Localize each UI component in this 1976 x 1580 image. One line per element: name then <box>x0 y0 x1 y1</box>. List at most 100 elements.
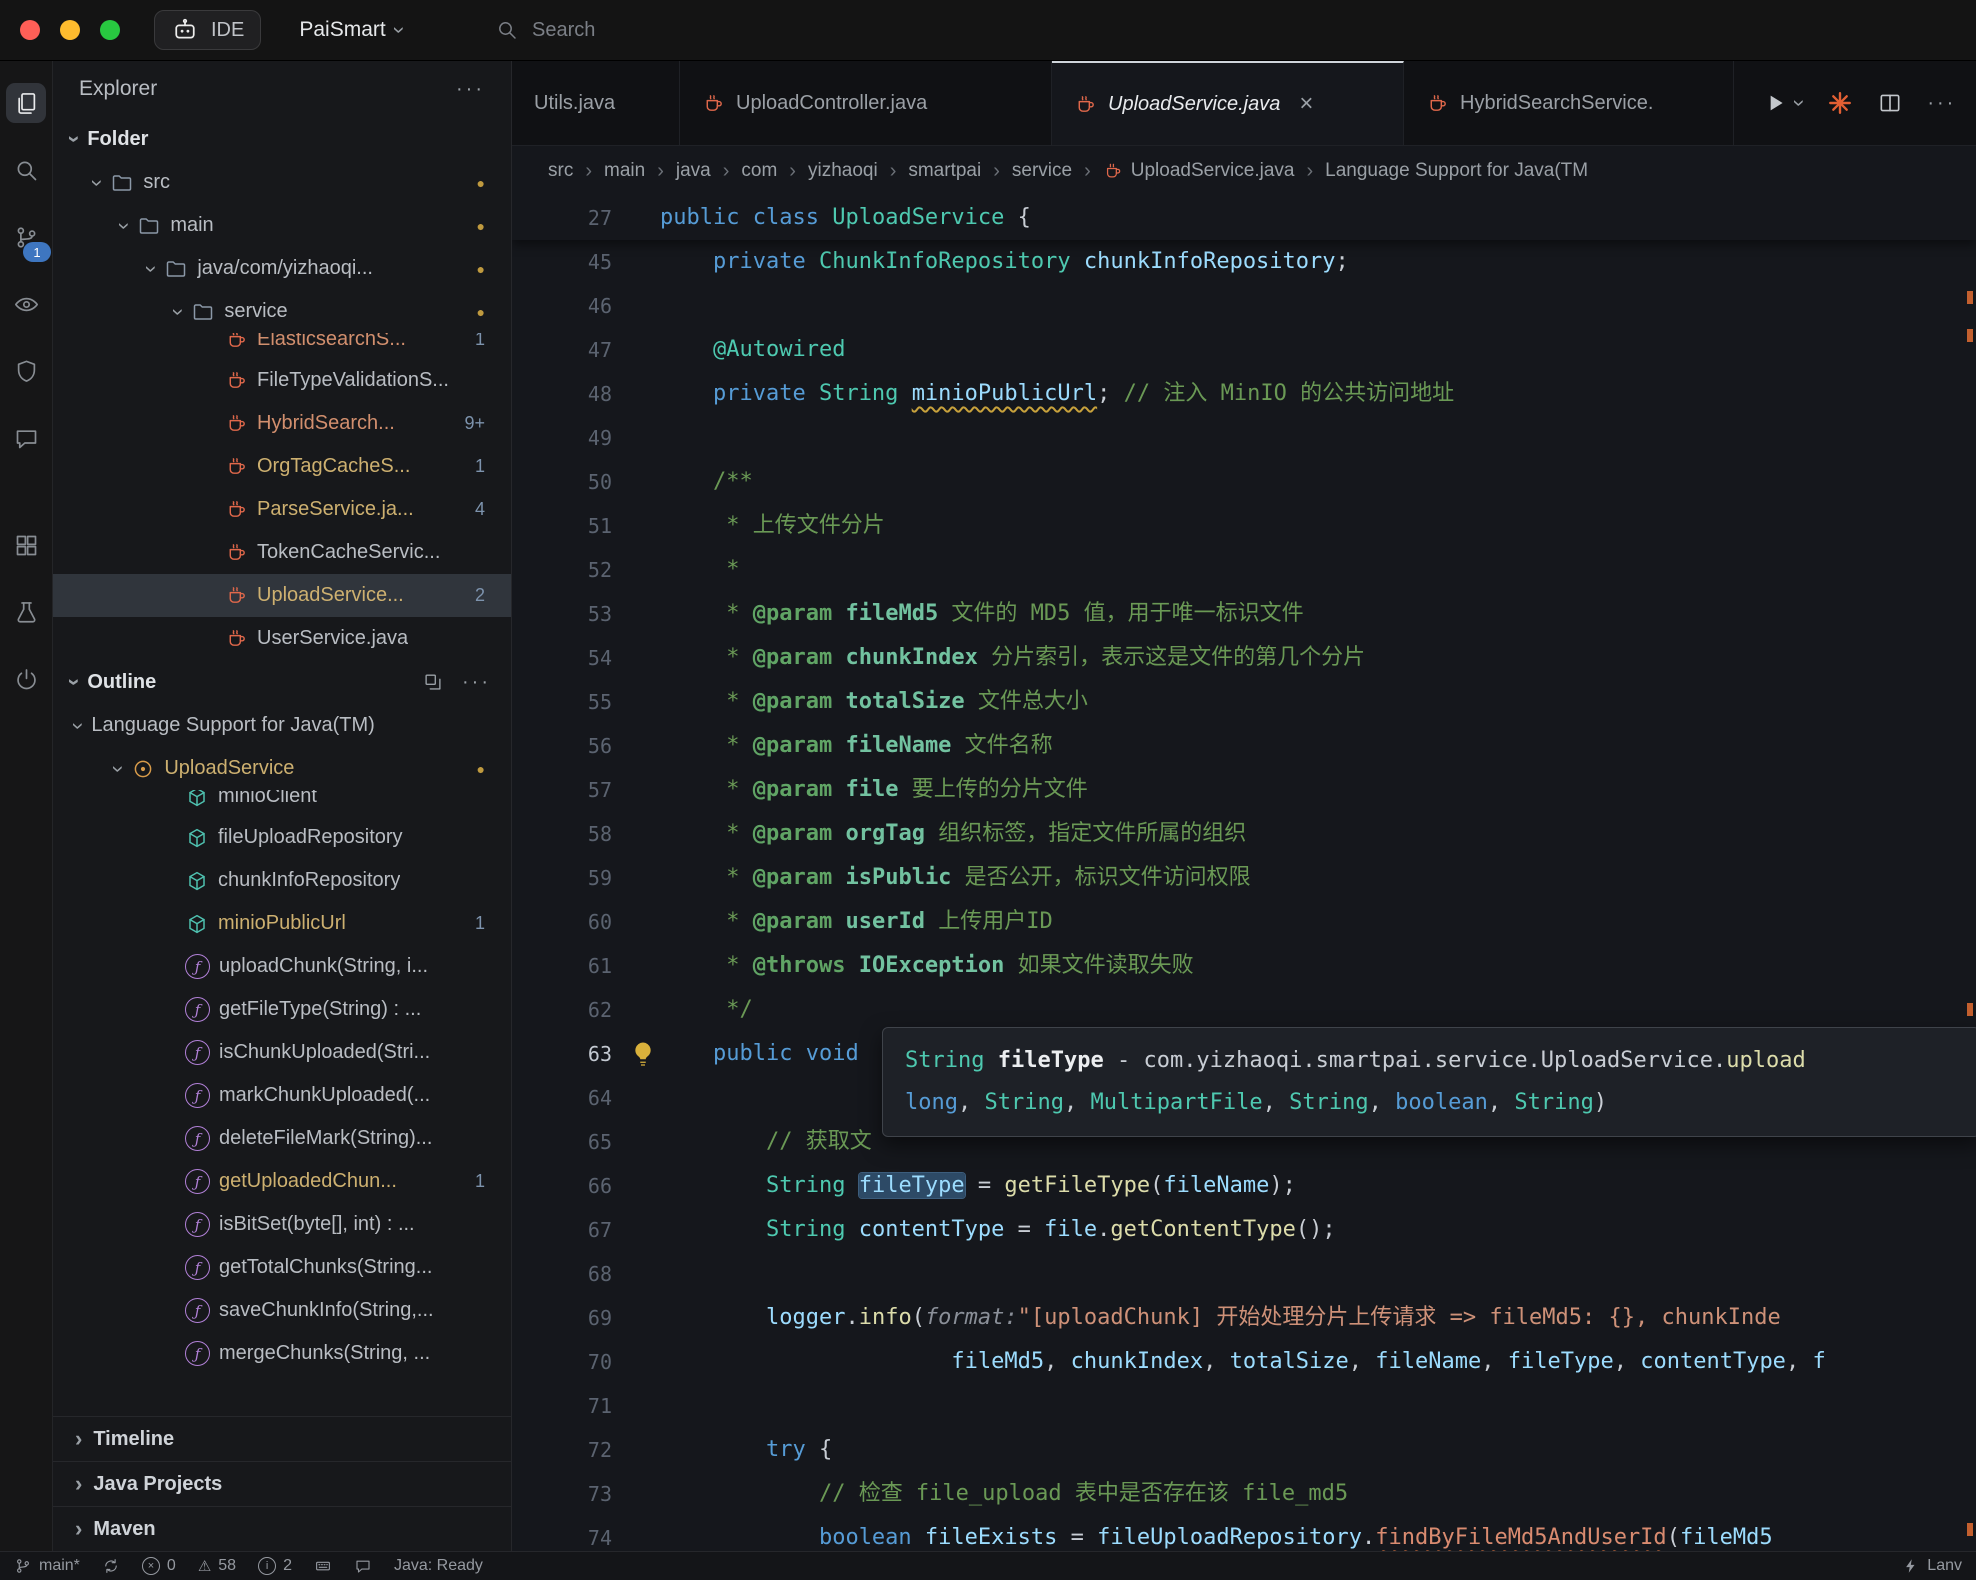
line-number[interactable]: 53 <box>512 592 612 636</box>
breadcrumb-item[interactable]: smartpai <box>908 160 981 182</box>
status-language-status[interactable]: Lanv <box>1902 1557 1962 1575</box>
status-java-status[interactable]: Java: Ready <box>394 1557 483 1575</box>
line-number[interactable]: 64 <box>512 1076 612 1120</box>
window-close-button[interactable] <box>20 20 40 40</box>
line-number[interactable]: 49 <box>512 416 612 460</box>
status-errors[interactable]: ×0 <box>142 1557 176 1575</box>
panel-java-projects[interactable]: ›Java Projects <box>53 1461 511 1506</box>
line-number[interactable]: 63 <box>512 1032 612 1076</box>
line-number[interactable]: 45 <box>512 240 612 284</box>
activity-explorer[interactable] <box>6 83 46 123</box>
status-feedback[interactable] <box>354 1557 372 1575</box>
outline-item[interactable]: ƒmarkChunkUploaded(... <box>53 1074 511 1117</box>
explorer-folder-item[interactable]: ›java/com/yizhaoqi...● <box>53 247 511 290</box>
breadcrumb-item[interactable]: main <box>604 160 645 182</box>
code-line[interactable]: 46 <box>512 284 1976 328</box>
breadcrumb-item[interactable]: Language Support for Java(TM <box>1325 160 1588 182</box>
line-number[interactable]: 68 <box>512 1252 612 1296</box>
activity-testing[interactable] <box>6 592 46 632</box>
activity-security[interactable] <box>6 351 46 391</box>
window-zoom-button[interactable] <box>100 20 120 40</box>
panel-maven[interactable]: ›Maven <box>53 1506 511 1551</box>
line-number[interactable]: 74 <box>512 1516 612 1551</box>
status-sync[interactable] <box>102 1557 120 1575</box>
activity-extensions[interactable] <box>6 525 46 565</box>
line-number[interactable]: 27 <box>512 196 612 240</box>
code-line[interactable]: 68 <box>512 1252 1976 1296</box>
explorer-file-item[interactable]: OrgTagCacheS...1 <box>53 445 511 488</box>
explorer-folder-item[interactable]: ›main● <box>53 204 511 247</box>
status-keyboard[interactable] <box>314 1557 332 1575</box>
outline-item[interactable]: minioPublicUrl1 <box>53 902 511 945</box>
code-line[interactable]: 50 /** <box>512 460 1976 504</box>
code-line[interactable]: 66 String fileType = getFileType(fileNam… <box>512 1164 1976 1208</box>
outline-item[interactable]: ƒgetTotalChunks(String... <box>53 1246 511 1289</box>
code-line[interactable]: 55 * @param totalSize 文件总大小 <box>512 680 1976 724</box>
run-dropdown-button[interactable]: › <box>1789 99 1811 106</box>
project-switcher[interactable]: PaiSmart › <box>299 18 403 42</box>
line-number[interactable]: 55 <box>512 680 612 724</box>
tab-hybridsearchservice-[interactable]: HybridSearchService. <box>1404 61 1734 145</box>
explorer-file-item[interactable]: ElasticsearchS...1 <box>53 333 511 359</box>
code-line[interactable]: 70 fileMd5, chunkIndex, totalSize, fileN… <box>512 1340 1976 1384</box>
line-number[interactable]: 57 <box>512 768 612 812</box>
explorer-file-item[interactable]: UploadService...2 <box>53 574 511 617</box>
line-number[interactable]: 66 <box>512 1164 612 1208</box>
line-number[interactable]: 71 <box>512 1384 612 1428</box>
app-chip[interactable]: IDE <box>154 10 261 50</box>
breadcrumb-item[interactable]: com <box>741 160 777 182</box>
code-line[interactable]: 72 try { <box>512 1428 1976 1472</box>
outline-item[interactable]: ƒsaveChunkInfo(String,... <box>53 1289 511 1332</box>
activity-plugins[interactable] <box>6 659 46 699</box>
line-number[interactable]: 65 <box>512 1120 612 1164</box>
outline-item[interactable]: ƒmergeChunks(String, ... <box>53 1332 511 1375</box>
outline-item[interactable]: ƒgetFileType(String) : ... <box>53 988 511 1031</box>
line-number[interactable]: 51 <box>512 504 612 548</box>
code-line[interactable]: 51 * 上传文件分片 <box>512 504 1976 548</box>
outline-item[interactable]: ›UploadService● <box>53 747 511 790</box>
explorer-file-item[interactable]: TokenCacheServic... <box>53 531 511 574</box>
tab-uploadservice-java[interactable]: UploadService.java× <box>1052 61 1404 145</box>
code-line[interactable]: 74 boolean fileExists = fileUploadReposi… <box>512 1516 1976 1551</box>
section-folder[interactable]: › Folder <box>53 117 511 161</box>
code-line[interactable]: 54 * @param chunkIndex 分片索引，表示这是文件的第几个分片 <box>512 636 1976 680</box>
activity-preview[interactable] <box>6 284 46 324</box>
breadcrumb-item[interactable]: service <box>1012 160 1072 182</box>
status-warnings[interactable]: ⚠58 <box>198 1557 236 1575</box>
code-line[interactable]: 69 logger.info(format:"[uploadChunk] 开始处… <box>512 1296 1976 1340</box>
code-line[interactable]: 62 */ <box>512 988 1976 1032</box>
explorer-file-item[interactable]: HybridSearch...9+ <box>53 402 511 445</box>
code-line[interactable]: 56 * @param fileName 文件名称 <box>512 724 1976 768</box>
activity-search[interactable] <box>6 150 46 190</box>
breadcrumb-item[interactable]: java <box>676 160 711 182</box>
line-number[interactable]: 61 <box>512 944 612 988</box>
code-area[interactable]: 45 private ChunkInfoRepository chunkInfo… <box>512 196 1976 1551</box>
breadcrumb-item[interactable]: UploadService.java <box>1103 160 1295 182</box>
outline-item[interactable]: ƒisChunkUploaded(Stri... <box>53 1031 511 1074</box>
activity-chat[interactable] <box>6 418 46 458</box>
line-number[interactable]: 54 <box>512 636 612 680</box>
explorer-file-item[interactable]: FileTypeValidationS... <box>53 359 511 402</box>
split-editor-button[interactable] <box>1877 90 1903 116</box>
line-number[interactable]: 46 <box>512 284 612 328</box>
outline-item[interactable]: minioClient <box>53 790 511 816</box>
extension-burst-button[interactable] <box>1827 90 1853 116</box>
explorer-file-item[interactable]: UserService.java <box>53 617 511 660</box>
code-line[interactable]: 48 private String minioPublicUrl; // 注入 … <box>512 372 1976 416</box>
outline-item[interactable]: fileUploadRepository <box>53 816 511 859</box>
more-actions-icon[interactable]: ··· <box>456 78 485 101</box>
line-number[interactable]: 56 <box>512 724 612 768</box>
outline-header[interactable]: › Outline ··· <box>53 660 511 704</box>
more-actions-icon[interactable]: ··· <box>462 671 491 694</box>
code-line[interactable]: 52 * <box>512 548 1976 592</box>
outline-item[interactable]: chunkInfoRepository <box>53 859 511 902</box>
line-number[interactable]: 72 <box>512 1428 612 1472</box>
outline-item[interactable]: ƒdeleteFileMark(String)... <box>53 1117 511 1160</box>
line-number[interactable]: 60 <box>512 900 612 944</box>
line-number[interactable]: 47 <box>512 328 612 372</box>
line-number[interactable]: 67 <box>512 1208 612 1252</box>
more-actions-button[interactable]: ··· <box>1927 92 1956 115</box>
panel-timeline[interactable]: ›Timeline <box>53 1416 511 1461</box>
line-number[interactable]: 73 <box>512 1472 612 1516</box>
outline-item[interactable]: ƒuploadChunk(String, i... <box>53 945 511 988</box>
